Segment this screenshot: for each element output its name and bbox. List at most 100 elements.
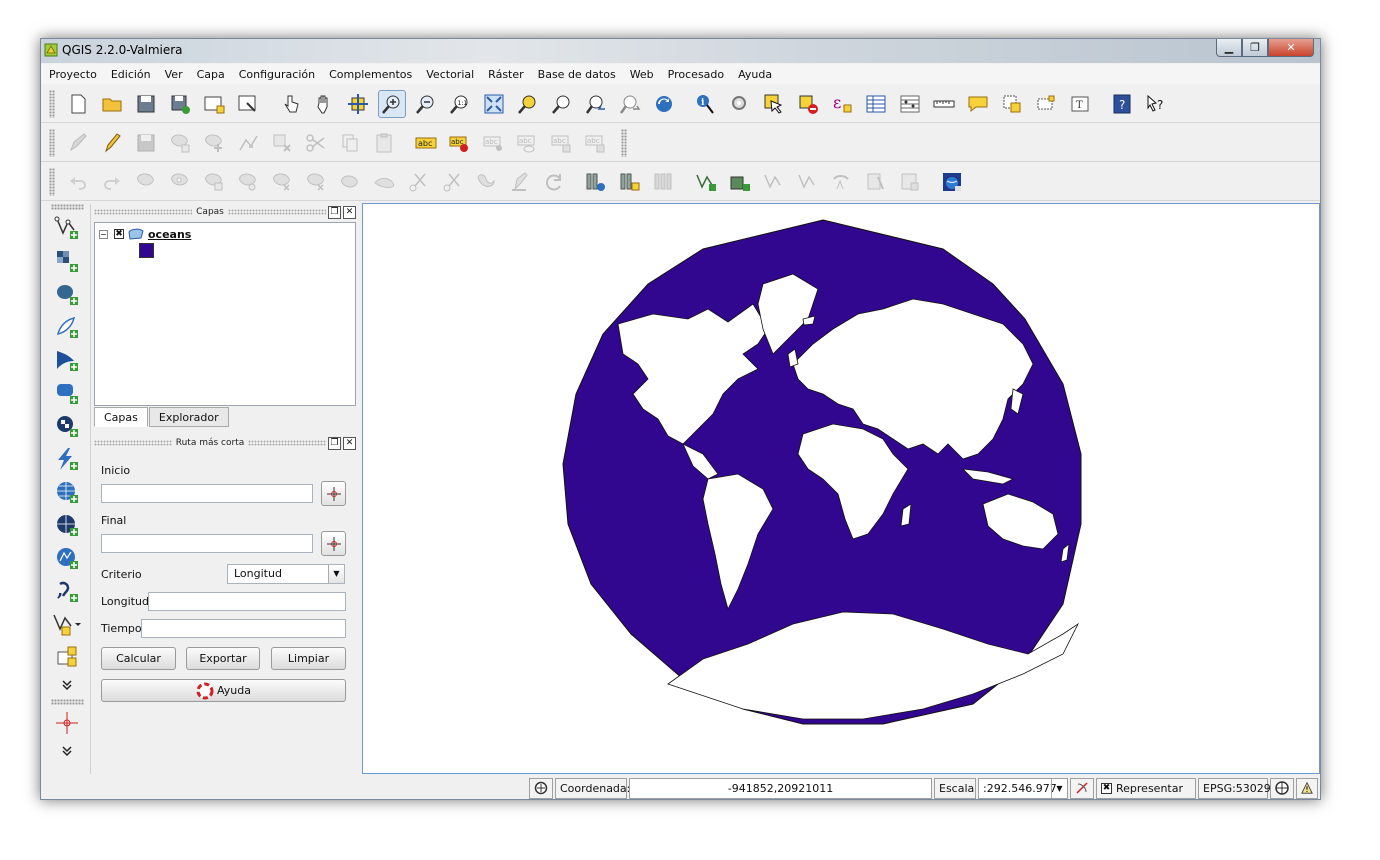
criterio-select[interactable]: Longitud ▼ xyxy=(227,564,345,584)
pick-end-point-button[interactable] xyxy=(321,531,346,556)
text-annotation-icon[interactable]: T xyxy=(1066,90,1094,118)
move-feature-icon[interactable] xyxy=(200,129,228,157)
capture-coordinate-icon[interactable] xyxy=(49,708,85,738)
add-wcs-icon[interactable] xyxy=(862,168,890,196)
float-panel-button[interactable]: ❐ xyxy=(328,436,341,450)
add-part-icon[interactable] xyxy=(200,168,228,196)
save-project-icon[interactable] xyxy=(132,90,160,118)
rotate-point-symbols-icon[interactable] xyxy=(540,168,568,196)
pan-to-selection-icon[interactable] xyxy=(344,90,372,118)
label-icon[interactable]: abc xyxy=(412,129,440,157)
crs-button[interactable]: EPSG:53029 xyxy=(1198,777,1271,799)
split-features-icon[interactable] xyxy=(404,168,432,196)
add-wms-icon[interactable] xyxy=(828,168,856,196)
undo-icon[interactable] xyxy=(64,168,92,196)
render-checkbox-area[interactable]: ✖ Representar xyxy=(1096,777,1196,799)
restore-button[interactable]: ❐ xyxy=(1242,39,1268,57)
cut-features-icon[interactable] xyxy=(302,129,330,157)
current-edits-icon[interactable] xyxy=(64,129,92,157)
minimize-button[interactable]: ▁ xyxy=(1216,39,1242,57)
rotate-label-icon[interactable]: abc xyxy=(548,129,576,157)
more-tools-icon-2[interactable] xyxy=(49,741,85,761)
measure-icon[interactable] xyxy=(930,90,958,118)
redo-icon[interactable] xyxy=(98,168,126,196)
close-panel-button[interactable]: ✕ xyxy=(343,205,356,219)
messages-button[interactable] xyxy=(1296,777,1318,799)
collapse-toggle[interactable]: − xyxy=(99,229,108,239)
show-bookmarks-icon[interactable] xyxy=(1032,90,1060,118)
layer-name[interactable]: oceans xyxy=(148,228,191,241)
new-shapefile-icon[interactable] xyxy=(49,609,85,639)
save-edits-icon[interactable] xyxy=(132,129,160,157)
help-icon[interactable]: ? xyxy=(1108,90,1136,118)
select-features-icon[interactable] xyxy=(760,90,788,118)
add-gpx-layer-icon[interactable] xyxy=(49,543,85,573)
inicio-input[interactable] xyxy=(101,484,313,503)
tab-explorador[interactable]: Explorador xyxy=(148,407,229,427)
limpiar-button[interactable]: Limpiar xyxy=(271,647,346,670)
menu-configuracion[interactable]: Configuración xyxy=(239,68,315,81)
field-calculator-icon[interactable]: ε xyxy=(828,90,856,118)
copy-features-icon[interactable] xyxy=(336,129,364,157)
zoom-next-icon[interactable] xyxy=(616,90,644,118)
delete-part-icon[interactable] xyxy=(302,168,330,196)
exportar-button[interactable]: Exportar xyxy=(186,647,260,670)
add-spatialite-icon[interactable] xyxy=(794,168,822,196)
tab-capas[interactable]: Capas xyxy=(94,407,148,427)
add-wcs-layer-icon[interactable] xyxy=(49,510,85,540)
attribute-table-icon[interactable] xyxy=(862,90,890,118)
run-action-icon[interactable] xyxy=(726,90,754,118)
layer-item-oceans[interactable]: − ✖ oceans xyxy=(99,227,191,241)
delete-selected-icon[interactable] xyxy=(268,129,296,157)
zoom-last-icon[interactable] xyxy=(582,90,610,118)
touch-zoom-icon[interactable] xyxy=(276,90,304,118)
toolbar-grip[interactable] xyxy=(49,89,55,118)
menu-capa[interactable]: Capa xyxy=(197,68,225,81)
zoom-full-icon[interactable] xyxy=(480,90,508,118)
menu-raster[interactable]: Ráster xyxy=(488,68,523,81)
more-tools-icon[interactable] xyxy=(49,675,85,695)
toolbar-grip[interactable] xyxy=(49,167,55,196)
new-gpx-icon[interactable] xyxy=(616,168,644,196)
paste-features-icon[interactable] xyxy=(370,129,398,157)
identify-icon[interactable]: i xyxy=(692,90,720,118)
new-bookmark-icon[interactable] xyxy=(998,90,1026,118)
node-tool-icon[interactable] xyxy=(234,129,262,157)
reshape-features-icon[interactable] xyxy=(336,168,364,196)
split-parts-icon[interactable] xyxy=(438,168,466,196)
add-postgis-icon[interactable] xyxy=(760,168,788,196)
merge-selected-icon[interactable] xyxy=(472,168,500,196)
menu-web[interactable]: Web xyxy=(630,68,654,81)
zoom-in-icon[interactable] xyxy=(378,89,406,118)
menu-complementos[interactable]: Complementos xyxy=(329,68,412,81)
menu-proyecto[interactable]: Proyecto xyxy=(49,68,97,81)
move-label-icon[interactable]: abc xyxy=(514,129,542,157)
ayuda-button[interactable]: Ayuda xyxy=(101,679,346,702)
new-layer-icon[interactable] xyxy=(49,642,85,672)
simplify-feature-icon[interactable] xyxy=(132,168,160,196)
menu-procesado[interactable]: Procesado xyxy=(668,68,724,81)
add-vector-layer-icon[interactable] xyxy=(49,213,85,243)
menu-vectorial[interactable]: Vectorial xyxy=(426,68,474,81)
new-raster-icon[interactable] xyxy=(582,168,610,196)
change-label-icon[interactable]: abc xyxy=(582,129,610,157)
add-delimited-text-icon[interactable]: , xyxy=(49,576,85,606)
close-button[interactable]: ✕ xyxy=(1268,39,1314,57)
add-mssql-layer-icon[interactable] xyxy=(49,345,85,375)
zoom-out-icon[interactable] xyxy=(412,90,440,118)
add-wfs-layer-icon[interactable] xyxy=(49,444,85,474)
add-raster-icon[interactable] xyxy=(726,168,754,196)
coordinate-field[interactable]: -941852,20921011 xyxy=(629,777,932,799)
offset-curve-icon[interactable] xyxy=(370,168,398,196)
delete-ring-icon[interactable] xyxy=(268,168,296,196)
add-postgis-layer-icon[interactable] xyxy=(49,279,85,309)
add-ring-icon[interactable] xyxy=(166,168,194,196)
zoom-actual-size-icon[interactable]: 1:1 xyxy=(446,90,474,118)
toolbar-grip[interactable] xyxy=(51,204,84,210)
toggle-editing-icon[interactable] xyxy=(98,129,126,157)
calcular-button[interactable]: Calcular xyxy=(101,647,176,670)
open-project-icon[interactable] xyxy=(98,90,126,118)
menu-edicion[interactable]: Edición xyxy=(111,68,151,81)
merge-attributes-icon[interactable] xyxy=(506,168,534,196)
statistics-icon[interactable] xyxy=(896,90,924,118)
